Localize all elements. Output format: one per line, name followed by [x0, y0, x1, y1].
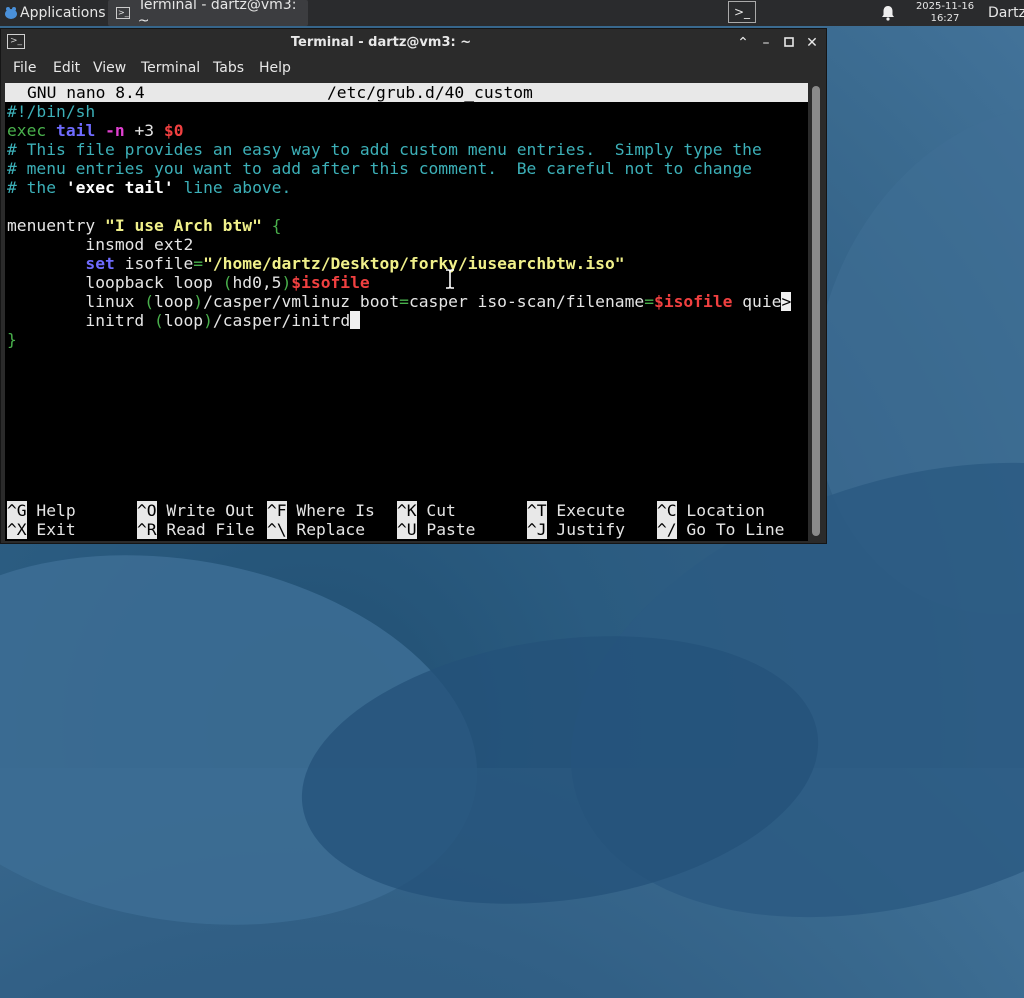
shortcut-paste[interactable]: ^U Paste [397, 520, 475, 539]
scrollbar-thumb[interactable] [812, 86, 820, 536]
shortcut-execute[interactable]: ^T Execute [527, 501, 625, 520]
shortcut-go-to-line[interactable]: ^/ Go To Line [657, 520, 784, 539]
shortcut-location[interactable]: ^C Location [657, 501, 765, 520]
line-continues-marker: > [781, 292, 792, 311]
editor-line: # menu entries you want to add after thi… [7, 159, 752, 178]
nano-header: GNU nano 8.4/etc/grub.d/40_custom [5, 83, 808, 102]
menubar: File Edit View Terminal Tabs Help [1, 57, 826, 81]
editor-line: initrd (loop)/casper/initrd [7, 311, 361, 330]
shortcut-help[interactable]: ^G Help [7, 501, 76, 520]
editor-line: #!/bin/sh [7, 102, 96, 121]
bell-icon[interactable] [881, 0, 895, 26]
editor-line: # This file provides an easy way to add … [7, 140, 762, 159]
applications-label: Applications [20, 5, 106, 21]
clock-date: 2025-11-16 [915, 1, 975, 12]
chevron-up-icon[interactable]: ⌃ [733, 33, 753, 53]
shortcut-write-out[interactable]: ^O Write Out [137, 501, 255, 520]
editor-line: exec tail -n +3 $0 [7, 121, 184, 140]
xfce-mouse-icon [5, 7, 17, 19]
applications-menu[interactable]: Applications ≡ [0, 0, 119, 26]
window-titlebar[interactable]: >_ Terminal - dartz@vm3: ~ ⌃ – ✕ [1, 29, 826, 57]
shortcut-read-file[interactable]: ^R Read File [137, 520, 255, 539]
clock-time: 16:27 [930, 13, 960, 24]
editor-line: menuentry "I use Arch btw" { [7, 216, 282, 235]
scrollbar[interactable] [809, 83, 824, 541]
editor-line: loopback loop (hd0,5)$isofile [7, 273, 370, 292]
menu-terminal[interactable]: Terminal [141, 60, 200, 76]
user-menu[interactable]: Dartz [988, 0, 1024, 26]
top-panel: Applications ≡ >_ Terminal - dartz@vm3: … [0, 0, 1024, 29]
menu-help[interactable]: Help [259, 60, 291, 76]
taskbar-title: Terminal - dartz@vm3: ~ [137, 0, 297, 29]
menu-file[interactable]: File [13, 60, 36, 76]
terminal-window: >_ Terminal - dartz@vm3: ~ ⌃ – ✕ File Ed… [0, 28, 827, 544]
menu-edit[interactable]: Edit [53, 60, 80, 76]
text-cursor [350, 311, 361, 329]
shortcut-justify[interactable]: ^J Justify [527, 520, 625, 539]
nano-filename: /etc/grub.d/40_custom [327, 83, 533, 102]
terminal-content[interactable]: GNU nano 8.4/etc/grub.d/40_custom #!/bin… [5, 83, 808, 541]
i-beam-cursor-icon [446, 269, 454, 289]
nano-version: GNU nano 8.4 [27, 83, 145, 102]
shortcut-exit[interactable]: ^X Exit [7, 520, 76, 539]
taskbar-terminal-button[interactable]: >_ Terminal - dartz@vm3: ~ [108, 0, 308, 29]
maximize-icon[interactable] [779, 33, 799, 53]
shortcut-where-is[interactable]: ^F Where Is [267, 501, 375, 520]
editor-line: set isofile="/home/dartz/Desktop/forky/i… [85, 254, 625, 273]
editor-line: insmod ext2 [7, 235, 194, 254]
window-title: Terminal - dartz@vm3: ~ [290, 35, 472, 50]
shortcut-cut[interactable]: ^K Cut [397, 501, 456, 520]
menu-view[interactable]: View [93, 60, 126, 76]
shortcut-replace[interactable]: ^\ Replace [267, 520, 365, 539]
menu-tabs[interactable]: Tabs [213, 60, 244, 76]
minimize-icon[interactable]: – [756, 33, 776, 53]
editor-line: } [7, 330, 17, 349]
terminal-icon: >_ [116, 7, 130, 19]
editor-line: # the 'exec tail' line above. [7, 178, 292, 197]
clock[interactable]: 2025-11-16 16:27 [913, 0, 977, 26]
terminal-launcher-icon[interactable]: >_ [728, 1, 756, 23]
close-icon[interactable]: ✕ [802, 33, 822, 53]
editor-line: linux (loop)/casper/vmlinuz boot=casper … [7, 292, 792, 311]
